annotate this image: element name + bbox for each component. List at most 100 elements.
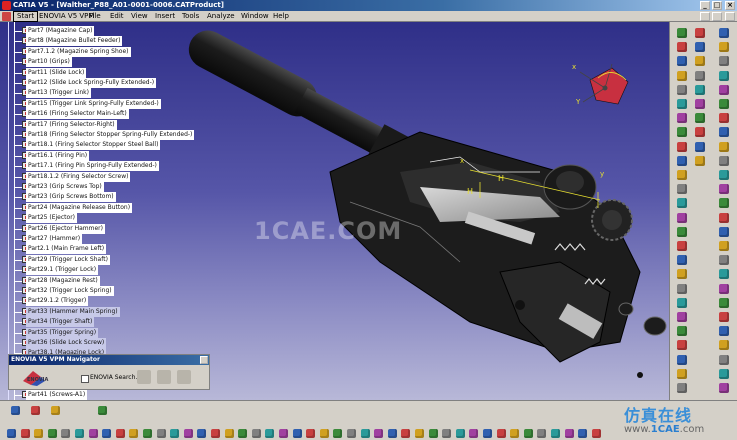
menu-view[interactable]: View [131, 12, 148, 21]
menu-tools[interactable]: Tools [182, 12, 199, 21]
toolbar-tool-icon[interactable] [196, 428, 207, 439]
toolbar-tool-icon[interactable] [360, 428, 371, 439]
toolbar-tool-icon[interactable] [675, 225, 689, 239]
toolbar-tool-icon[interactable] [717, 239, 731, 253]
enovia-refresh-icon[interactable] [177, 370, 191, 384]
close-button[interactable]: × [725, 1, 735, 10]
toolbar-tool-icon[interactable] [675, 267, 689, 281]
toolbar-tool-icon[interactable] [693, 26, 707, 40]
toolbar-tool-icon[interactable] [675, 182, 689, 196]
toolbar-tool-icon[interactable] [675, 211, 689, 225]
enovia-close-button[interactable] [200, 356, 208, 364]
toolbar-tool-icon[interactable] [675, 140, 689, 154]
toolbar-tool-icon[interactable] [319, 428, 330, 439]
toolbar-tool-icon[interactable] [675, 310, 689, 324]
enovia-search-checkbox[interactable] [81, 375, 89, 383]
toolbar-tool-icon[interactable] [101, 428, 112, 439]
toolbar-tool-icon[interactable] [717, 196, 731, 210]
toolbar-tool-icon[interactable] [675, 338, 689, 352]
menu-start[interactable]: Start [13, 11, 39, 22]
toolbar-tool-icon[interactable] [400, 428, 411, 439]
maximize-button[interactable]: □ [712, 1, 722, 10]
toolbar-tool-icon[interactable] [332, 428, 343, 439]
toolbar-tool-icon[interactable] [693, 111, 707, 125]
toolbar-tool-icon[interactable] [88, 428, 99, 439]
toolbar-tool-icon[interactable] [693, 154, 707, 168]
toolbar-tool-icon[interactable] [224, 428, 235, 439]
menu-enovia[interactable]: ENOVIA V5 VPM [39, 12, 94, 21]
toolbar-tool-icon[interactable] [482, 428, 493, 439]
toolbar-tool-icon[interactable] [717, 83, 731, 97]
toolbar-tool-icon[interactable] [577, 428, 588, 439]
toolbar-tool-icon[interactable] [441, 428, 452, 439]
toolbar-tool-icon[interactable] [346, 428, 357, 439]
enovia-save-icon[interactable] [157, 370, 171, 384]
toolbar-tool-icon[interactable] [156, 428, 167, 439]
toolbar-tool-icon[interactable] [675, 111, 689, 125]
catia-app-icon[interactable] [2, 1, 11, 10]
document-icon[interactable] [2, 12, 11, 21]
toolbar-tool-icon[interactable] [675, 253, 689, 267]
toolbar-tool-icon[interactable] [717, 140, 731, 154]
toolbar-tool-icon[interactable] [717, 111, 731, 125]
toolbar-tool-icon[interactable] [675, 40, 689, 54]
toolbar-tool-icon[interactable] [717, 282, 731, 296]
toolbar-tool-icon[interactable] [115, 428, 126, 439]
toolbar-tool-icon[interactable] [675, 282, 689, 296]
toolbar-tool-icon[interactable] [675, 168, 689, 182]
toolbar-tool-icon[interactable] [373, 428, 384, 439]
menu-insert[interactable]: Insert [155, 12, 175, 21]
menu-analyze[interactable]: Analyze [207, 12, 235, 21]
toolbar-tool-icon[interactable] [10, 405, 21, 416]
menu-edit[interactable]: Edit [110, 12, 124, 21]
toolbar-tool-icon[interactable] [717, 182, 731, 196]
toolbar-tool-icon[interactable] [693, 54, 707, 68]
toolbar-tool-icon[interactable] [30, 405, 41, 416]
toolbar-tool-icon[interactable] [717, 267, 731, 281]
toolbar-tool-icon[interactable] [455, 428, 466, 439]
toolbar-tool-icon[interactable] [6, 428, 17, 439]
toolbar-tool-icon[interactable] [468, 428, 479, 439]
toolbar-tool-icon[interactable] [278, 428, 289, 439]
toolbar-tool-icon[interactable] [550, 428, 561, 439]
toolbar-tool-icon[interactable] [717, 69, 731, 83]
toolbar-tool-icon[interactable] [717, 97, 731, 111]
toolbar-tool-icon[interactable] [142, 428, 153, 439]
toolbar-tool-icon[interactable] [292, 428, 303, 439]
toolbar-tool-icon[interactable] [717, 125, 731, 139]
toolbar-tool-icon[interactable] [717, 26, 731, 40]
toolbar-tool-icon[interactable] [693, 83, 707, 97]
toolbar-tool-icon[interactable] [717, 154, 731, 168]
toolbar-tool-icon[interactable] [717, 353, 731, 367]
toolbar-tool-icon[interactable] [717, 225, 731, 239]
toolbar-tool-icon[interactable] [675, 125, 689, 139]
toolbar-tool-icon[interactable] [693, 140, 707, 154]
toolbar-tool-icon[interactable] [50, 405, 61, 416]
toolbar-tool-icon[interactable] [210, 428, 221, 439]
toolbar-tool-icon[interactable] [675, 296, 689, 310]
toolbar-tool-icon[interactable] [717, 310, 731, 324]
toolbar-tool-icon[interactable] [60, 428, 71, 439]
toolbar-tool-icon[interactable] [47, 428, 58, 439]
menu-file[interactable]: File [89, 12, 101, 21]
toolbar-tool-icon[interactable] [97, 405, 108, 416]
toolbar-tool-icon[interactable] [183, 428, 194, 439]
menu-help[interactable]: Help [273, 12, 289, 21]
doc-restore-button[interactable] [712, 12, 722, 21]
menu-window[interactable]: Window [241, 12, 269, 21]
toolbar-tool-icon[interactable] [675, 367, 689, 381]
toolbar-tool-icon[interactable] [717, 338, 731, 352]
toolbar-tool-icon[interactable] [20, 428, 31, 439]
toolbar-tool-icon[interactable] [675, 83, 689, 97]
toolbar-tool-icon[interactable] [693, 125, 707, 139]
toolbar-tool-icon[interactable] [717, 211, 731, 225]
enovia-open-icon[interactable] [137, 370, 151, 384]
toolbar-tool-icon[interactable] [717, 40, 731, 54]
toolbar-tool-icon[interactable] [675, 26, 689, 40]
enovia-search-label[interactable]: ENOVIA Search... [90, 374, 141, 381]
toolbar-tool-icon[interactable] [523, 428, 534, 439]
toolbar-tool-icon[interactable] [428, 428, 439, 439]
toolbar-tool-icon[interactable] [675, 239, 689, 253]
toolbar-tool-icon[interactable] [536, 428, 547, 439]
toolbar-tool-icon[interactable] [675, 97, 689, 111]
